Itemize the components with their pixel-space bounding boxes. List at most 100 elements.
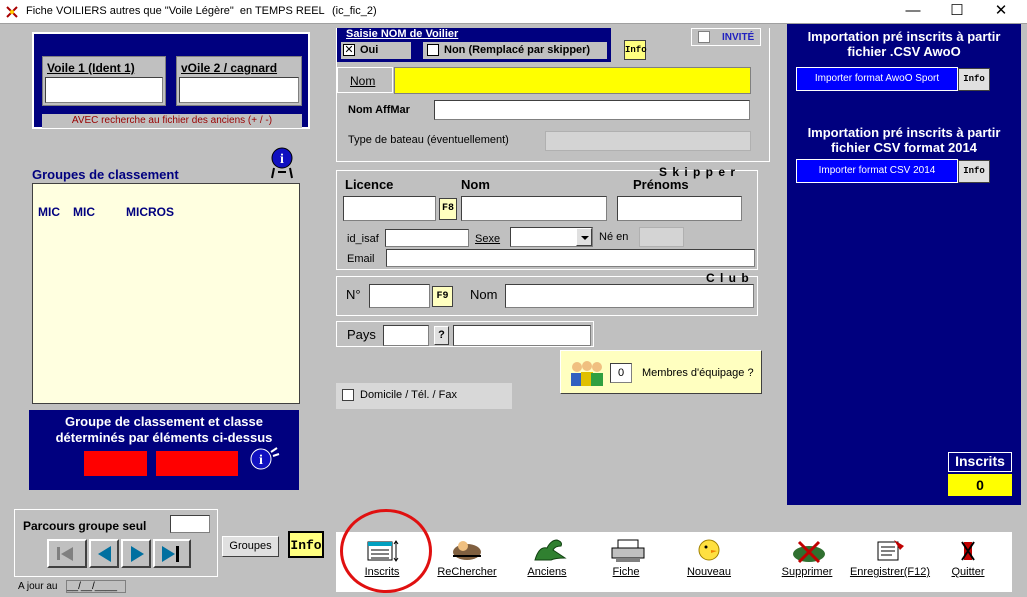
pays-name-input[interactable]: [453, 325, 591, 346]
licence-input[interactable]: [343, 196, 436, 221]
rechercher-tool-button[interactable]: ReChercher: [432, 536, 502, 578]
saisie-title: Saisie NOM de Voilier: [346, 28, 459, 40]
crew-count: 0: [610, 363, 632, 383]
import-awoo-info-icon[interactable]: Info: [958, 68, 990, 91]
close-button[interactable]: ✕: [979, 0, 1023, 24]
invite-checkbox[interactable]: [698, 31, 710, 43]
fiche-tool-button[interactable]: Fiche: [598, 536, 654, 578]
groupe-item[interactable]: MICROS: [126, 205, 174, 219]
domicile-checkbox[interactable]: [342, 389, 354, 401]
last-icon: [176, 546, 179, 562]
info-person-icon[interactable]: i: [245, 446, 283, 476]
sexe-select[interactable]: [510, 227, 593, 247]
type-bateau-label: Type de bateau (éventuellement): [348, 134, 509, 146]
non-checkbox[interactable]: [427, 44, 439, 56]
parcours-input[interactable]: [170, 515, 210, 533]
exit-icon: [950, 536, 986, 564]
nom-affmar-input[interactable]: [434, 100, 750, 120]
invite-label: INVITÉ: [722, 32, 755, 43]
anciens-tool-button[interactable]: Anciens: [516, 536, 578, 578]
last-record-button[interactable]: [153, 539, 191, 568]
voile1-input[interactable]: [45, 77, 163, 103]
nouveau-tool-button[interactable]: Nouveau: [680, 536, 738, 578]
equipage-button[interactable]: 0 Membres d'équipage ?: [560, 350, 762, 394]
svg-text:i: i: [280, 152, 284, 167]
non-option[interactable]: Non (Remplacé par skipper): [423, 42, 607, 59]
window-title: Fiche VOILIERS autres que "Voile Légère"…: [26, 5, 325, 17]
a-jour-label: A jour au: [18, 581, 58, 592]
voile2-label: vOile 2 / cagnard: [181, 61, 278, 75]
oui-option[interactable]: ✕ Oui: [341, 42, 411, 59]
nom-input[interactable]: [394, 67, 751, 94]
f9-button[interactable]: F9: [432, 286, 453, 307]
tool-label: Quitter: [951, 566, 985, 578]
parcours-panel: Parcours groupe seul: [14, 509, 218, 577]
f8-button[interactable]: F8: [439, 198, 457, 220]
skipper-panel: S k i p p e r Licence Nom Prénoms F8 id_…: [336, 165, 758, 270]
prev-record-button[interactable]: [89, 539, 119, 568]
enregistrer-tool-button[interactable]: Enregistrer(F12): [848, 536, 932, 578]
arrow-left-icon: [61, 547, 73, 561]
next-record-button[interactable]: [121, 539, 151, 568]
first-record-button[interactable]: [47, 539, 87, 568]
groupes-button[interactable]: Groupes: [222, 536, 279, 557]
import-csv-title: Importation pré inscrits à partir fichie…: [807, 125, 1001, 155]
voile2-input[interactable]: [179, 77, 299, 103]
saisie-nom-panel: Saisie NOM de Voilier ✕ Oui Non (Remplac…: [336, 28, 770, 162]
arrow-right-icon: [162, 546, 175, 562]
bottom-toolbar: Inscrits ReChercher Anciens Fiche Nouvea…: [336, 532, 1012, 592]
voile2-box: vOile 2 / cagnard: [176, 56, 302, 106]
club-title: C l u b: [706, 271, 750, 285]
club-num-input[interactable]: [369, 284, 430, 308]
annotation-circle: [340, 509, 432, 593]
a-jour-value: __/__/____: [66, 580, 126, 593]
pays-help-button[interactable]: ?: [434, 326, 449, 345]
tool-label: Supprimer: [781, 566, 833, 578]
saisie-info-icon[interactable]: Info: [624, 40, 647, 60]
prenoms-input[interactable]: [617, 196, 742, 221]
import-csv-info-icon[interactable]: Info: [958, 160, 990, 183]
classe-text: Groupe de classement et classe déterminé…: [55, 414, 273, 445]
classe-box: Groupe de classement et classe déterminé…: [29, 410, 299, 490]
skipper-nom-input[interactable]: [461, 196, 607, 221]
invite-option[interactable]: INVITÉ: [691, 28, 761, 46]
pays-code-input[interactable]: [383, 325, 429, 346]
import-awoo-button[interactable]: Importer format AwoO Sport: [796, 67, 958, 91]
parcours-info-icon[interactable]: Info: [288, 531, 324, 558]
printer-icon: [608, 536, 645, 564]
chevron-down-icon: [581, 236, 589, 240]
sexe-dropdown-button[interactable]: [576, 228, 592, 246]
sexe-label: Sexe: [475, 233, 501, 245]
club-panel: C l u b N° F9 Nom: [336, 271, 758, 316]
maximize-button[interactable]: ☐: [935, 0, 979, 24]
groupe-item[interactable]: MIC: [38, 205, 60, 219]
title-bar: Fiche VOILIERS autres que "Voile Légère"…: [0, 0, 1027, 24]
groupe-result: [84, 451, 147, 476]
groupes-list[interactable]: MIC MIC MICROS: [32, 183, 300, 404]
info-person-icon[interactable]: i: [264, 146, 300, 180]
dinosaur-icon: [529, 536, 567, 564]
arrow-right-icon: [131, 546, 144, 562]
import-csv-button[interactable]: Importer format CSV 2014: [796, 159, 958, 183]
groupe-item[interactable]: MIC: [73, 205, 95, 219]
domicile-option[interactable]: Domicile / Tél. / Fax: [336, 383, 512, 409]
ne-en-input[interactable]: [639, 227, 684, 247]
supprimer-tool-button[interactable]: Supprimer: [776, 536, 838, 578]
nom-label: Nom: [461, 177, 490, 192]
form-id: (ic_fic_2): [332, 5, 377, 17]
ne-en-label: Né en: [599, 231, 629, 243]
email-input[interactable]: [386, 249, 755, 267]
tool-label: Nouveau: [686, 566, 732, 578]
quitter-tool-button[interactable]: Quitter: [944, 536, 992, 578]
oui-checkbox[interactable]: ✕: [343, 44, 355, 56]
type-bateau-input[interactable]: [545, 131, 751, 151]
nom-affmar-label: Nom AffMar: [348, 104, 410, 116]
inscrits-count: 0: [948, 474, 1012, 496]
minimize-button[interactable]: —: [891, 0, 935, 24]
import-panel: Importation pré inscrits à partir fichie…: [787, 24, 1021, 505]
oui-label: Oui: [360, 44, 379, 56]
tool-label: Anciens: [527, 566, 567, 578]
non-label: Non (Remplacé par skipper): [444, 44, 591, 56]
id-isaf-input[interactable]: [385, 229, 469, 247]
club-nom-input[interactable]: [505, 284, 754, 308]
